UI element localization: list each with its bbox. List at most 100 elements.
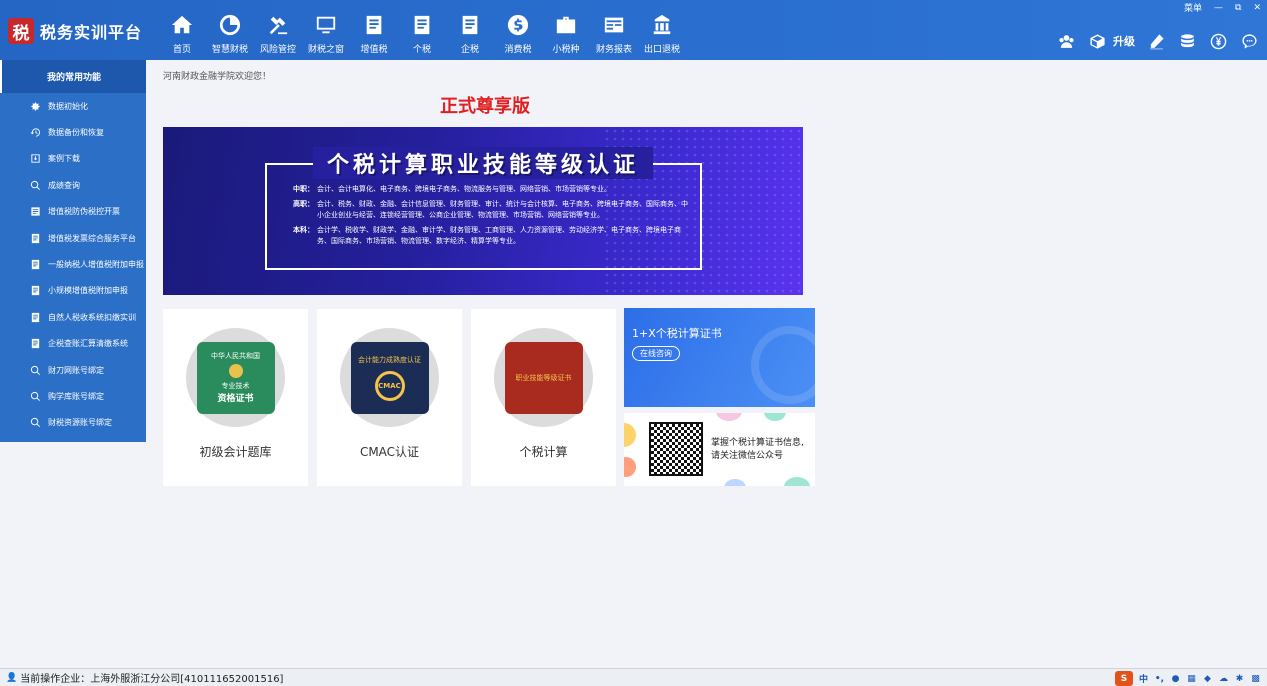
invoice-icon [31,207,40,216]
card-cmac[interactable]: 会计能力成熟度认证 CMAC CMAC认证 [317,309,462,486]
yuan-button[interactable] [1208,31,1228,51]
banner-line-label: 中职： [293,185,314,193]
sidebar-item-backup[interactable]: 数据备份和恢复 [0,119,146,145]
banner-line-label: 本科： [293,226,314,234]
maximize-button[interactable]: ⧉ [1235,3,1241,13]
yuan-coin-icon [1210,33,1226,49]
edition-label: 正式尊享版 [440,96,530,117]
ad-personal-tax-certificate[interactable]: 1+X个税计算证书 在线咨询 [624,308,815,407]
grid-icon[interactable]: ▩ [1250,673,1261,684]
card-label: 个税计算 [519,445,568,459]
sidebar-item-case-download[interactable]: 案例下载 [0,146,146,172]
cmac-badge-icon: CMAC [374,370,405,401]
sidebar-item-corporate-settlement[interactable]: 企税查账汇算清缴系统 [0,331,146,357]
main-nav: 首页 智慧财税 风险管控 财税之窗 增值税 个税 企税 消费税 小税种 财务报表… [158,14,686,55]
welcome-text: 河南财政金融学院欢迎您！ [163,72,272,82]
eraser-button[interactable] [1146,31,1166,51]
cloud-icon[interactable]: ☁ [1218,673,1229,684]
upgrade-button[interactable]: 升级 [1113,33,1135,49]
package-icon [1089,33,1105,49]
sidebar-item-vat-invoicing[interactable]: 增值税防伪税控开票 [0,199,146,225]
sidebar-item-label: 企税查账汇算清缴系统 [48,339,128,349]
nav-label: 风险管控 [259,45,296,55]
sidebar-item-caidao-binding[interactable]: 财刀网账号绑定 [0,357,146,383]
sidebar-item-label: 自然人税收系统扣缴实训 [48,312,136,322]
sidebar-item-data-init[interactable]: 数据初始化 [0,93,146,119]
certificate-image: 会计能力成熟度认证 CMAC [350,341,429,414]
sidebar-item-resource-binding[interactable]: 财税资源账号绑定 [0,410,146,436]
nav-item-vat[interactable]: 增值税 [350,14,398,55]
nav-item-personal-tax[interactable]: 个税 [398,14,446,55]
sidebar-item-gouxueku-binding[interactable]: 购学库账号绑定 [0,383,146,409]
nav-label: 财务报表 [595,45,632,55]
decoration [764,413,786,421]
chat-button[interactable] [1239,31,1259,51]
punctuation-icon[interactable]: •, [1154,673,1165,684]
nav-item-tax-window[interactable]: 财税之窗 [302,14,350,55]
cert-text: 专业技术 [221,382,250,390]
banner-line-text: 会计、会计电算化、电子商务、跨境电子商务、物流服务与管理、网络营销、市场营销等专… [317,185,611,193]
certificate-image: 中华人民共和国 专业技术 资格证书 [196,341,275,414]
sidebar-title: 我的常用功能 [0,60,146,93]
nav-label: 个税 [412,45,431,55]
tools-icon[interactable]: ✱ [1234,673,1245,684]
document-icon [31,259,40,270]
banner-line: 中职： 会计、会计电算化、电子商务、跨境电子商务、物流服务与管理、网络营销、市场营… [293,184,693,195]
nav-label: 增值税 [360,45,388,55]
decoration [724,479,746,486]
card-image: 中华人民共和国 专业技术 资格证书 [186,328,285,427]
sidebar-item-label: 小规模增值税附加申报 [48,286,128,296]
nav-item-minor-taxes[interactable]: 小税种 [542,14,590,55]
briefcase-icon [556,16,576,34]
nav-item-export-refund[interactable]: 出口退税 [638,14,686,55]
keyboard-icon[interactable]: ▦ [1186,673,1197,684]
nav-item-consumption-tax[interactable]: 消费税 [494,14,542,55]
sidebar-item-natural-person[interactable]: 自然人税收系统扣缴实训 [0,304,146,330]
eraser-icon [1149,33,1164,49]
card-accounting-question-bank[interactable]: 中华人民共和国 专业技术 资格证书 初级会计题库 [163,309,308,486]
sidebar-item-small-scale[interactable]: 小规模增值税附加申报 [0,278,146,304]
gavel-icon [269,16,288,35]
nav-item-smart-tax[interactable]: 智慧财税 [206,14,254,55]
sidebar-item-general-taxpayer[interactable]: 一般纳税人增值税附加申报 [0,251,146,277]
headset-decoration [751,326,815,404]
banner-line-label: 高职： [293,200,314,208]
package-button[interactable] [1087,31,1107,51]
user-icon: 👤 [6,672,18,683]
ad-title: 1+X个税计算证书 [632,327,722,340]
card-personal-tax[interactable]: 职业技能等级证书 个税计算 [471,309,616,486]
banner-line: 本科： 会计学、税收学、财政学、金融、审计学、财务管理、工商管理、人力资源管理、劳… [293,225,693,247]
sidebar-item-label: 财税资源账号绑定 [48,418,112,428]
users-button[interactable] [1056,31,1076,51]
nav-label: 消费税 [504,45,532,55]
nav-item-corporate-tax[interactable]: 企税 [446,14,494,55]
sidebar-item-label: 成绩查询 [48,180,80,190]
certification-banner[interactable]: 个税计算职业技能等级认证 中职： 会计、会计电算化、电子商务、跨境电子商务、物流服… [163,127,803,295]
banner-majors: 中职： 会计、会计电算化、电子商务、跨境电子商务、物流服务与管理、网络营销、市场营… [293,184,693,251]
app-title: 税务实训平台 [40,23,143,42]
users-icon [1058,34,1074,48]
building-icon [653,14,671,35]
search-icon [30,418,40,428]
sidebar-item-score-query[interactable]: 成绩查询 [0,172,146,198]
nav-item-risk-control[interactable]: 风险管控 [254,14,302,55]
ime-mode-icon[interactable]: 中 [1138,673,1149,685]
sidebar-item-label: 增值税发票综合服务平台 [48,233,136,243]
skin-icon[interactable]: ◆ [1202,673,1213,684]
document-icon [31,233,40,243]
close-button[interactable]: ✕ [1253,3,1261,13]
search-icon [30,365,40,375]
nav-item-financial-reports[interactable]: 财务报表 [590,14,638,55]
minimize-button[interactable]: — [1214,3,1223,13]
sidebar-item-label: 财刀网账号绑定 [48,365,104,375]
menu-button[interactable]: 菜单 [1184,1,1202,14]
banner-line-text: 会计、税务、财政、金融、会计信息管理、财务管理、审计、统计与会计核算、电子商务、… [317,200,688,219]
nav-item-home[interactable]: 首页 [158,14,206,55]
online-consult-button[interactable]: 在线咨询 [632,346,680,361]
sidebar-item-vat-invoice-platform[interactable]: 增值税发票综合服务平台 [0,225,146,251]
database-button[interactable] [1177,31,1197,51]
sidebar-item-label: 数据初始化 [48,101,88,111]
search-icon [30,180,40,190]
ime-logo-icon[interactable]: S [1115,671,1133,686]
microphone-icon[interactable]: ● [1170,673,1181,684]
